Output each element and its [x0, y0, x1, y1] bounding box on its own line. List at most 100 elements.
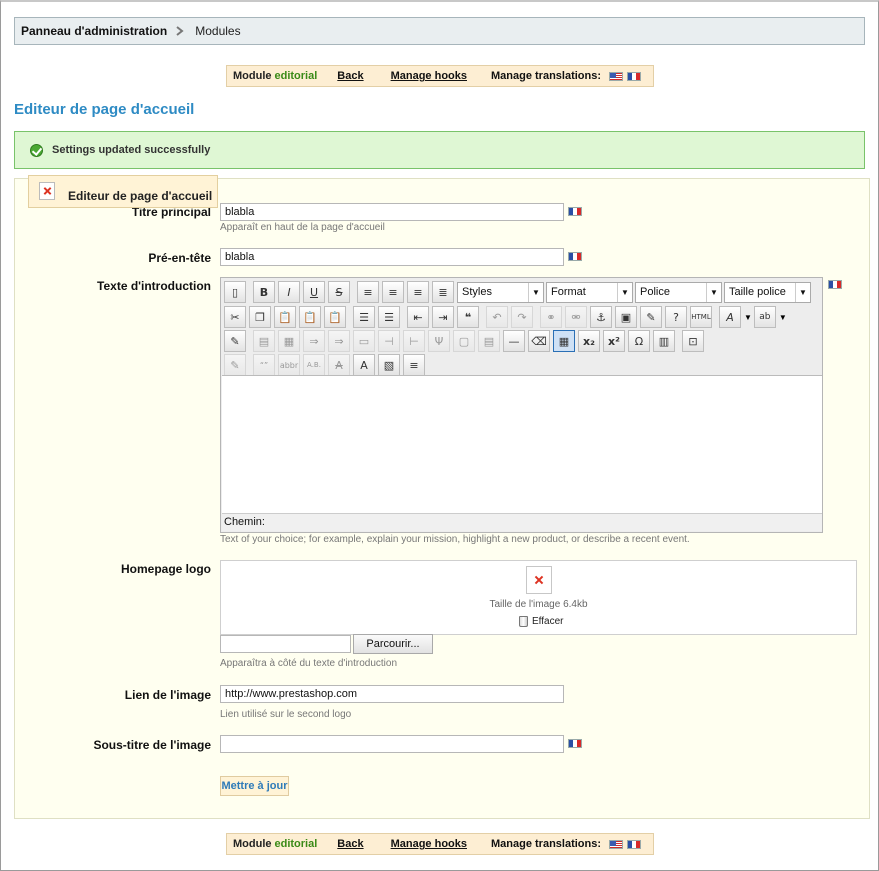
back-link[interactable]: Back — [337, 70, 363, 82]
insert-col-after-icon[interactable]: ⊢ — [403, 330, 425, 352]
visual-aid-icon[interactable]: ▦ — [553, 330, 575, 352]
bullet-list-icon[interactable]: ☰ — [353, 306, 375, 328]
update-button[interactable]: Mettre à jour — [220, 776, 289, 796]
styles-select[interactable]: Styles ▼ — [457, 281, 544, 303]
outdent-icon[interactable]: ⇤ — [407, 306, 429, 328]
fr-flag-icon[interactable] — [568, 207, 582, 216]
editor-path-bar: Chemin: — [222, 513, 822, 531]
indent-icon[interactable]: ⇥ — [432, 306, 454, 328]
image-icon[interactable]: ▣ — [615, 306, 637, 328]
copy-icon[interactable]: ❐ — [249, 306, 271, 328]
manage-hooks-link[interactable]: Manage hooks — [391, 70, 467, 82]
inserted-text-icon[interactable]: A — [353, 354, 375, 376]
acronym-icon[interactable]: A.B. — [303, 354, 325, 376]
highlight-color-icon[interactable]: ab — [753, 306, 776, 328]
media-icon[interactable]: ▥ — [653, 330, 675, 352]
delete-image-link[interactable]: Effacer — [519, 616, 564, 627]
remove-format-icon[interactable]: ⌫ — [528, 330, 550, 352]
horizontal-rule-icon[interactable]: — — [503, 330, 525, 352]
html-icon[interactable]: HTML — [690, 306, 712, 328]
back-link[interactable]: Back — [337, 838, 363, 850]
browse-button[interactable]: Parcourir... — [353, 634, 433, 654]
align-center-icon[interactable]: ≡ — [382, 281, 404, 303]
format-select[interactable]: Format ▼ — [546, 281, 633, 303]
abbr-icon[interactable]: abbr — [278, 354, 300, 376]
editor-content-area[interactable] — [222, 375, 822, 513]
legend-text: Editeur de page d'accueil — [68, 189, 213, 203]
delete-label: Effacer — [532, 616, 564, 627]
nonbreaking-icon[interactable]: ≡ — [403, 354, 425, 376]
image-size-text: Taille de l'image 6.4kb — [489, 599, 588, 610]
insert-row-before-icon[interactable]: ⇒ — [303, 330, 325, 352]
fr-flag-icon[interactable] — [627, 71, 642, 81]
split-cells-icon[interactable]: ▢ — [453, 330, 475, 352]
fr-flag-icon[interactable] — [568, 252, 582, 261]
font-value: Police — [640, 286, 670, 298]
help-icon[interactable]: ? — [665, 306, 687, 328]
file-path-input[interactable] — [220, 635, 351, 653]
align-right-icon[interactable]: ≡ — [407, 281, 429, 303]
attributes-icon[interactable]: ▧ — [378, 354, 400, 376]
header-input[interactable] — [220, 248, 564, 266]
superscript-icon[interactable]: x² — [603, 330, 625, 352]
broken-image-icon — [526, 566, 552, 594]
cleanup-icon[interactable]: ✎ — [640, 306, 662, 328]
title-input[interactable] — [220, 203, 564, 221]
chevron-down-icon: ▼ — [706, 282, 721, 302]
image-link-input[interactable] — [220, 685, 564, 703]
broken-image-icon — [39, 182, 55, 200]
fr-flag-icon[interactable] — [828, 280, 842, 289]
success-text: Settings updated successfully — [52, 144, 211, 156]
insert-row-after-icon[interactable]: ⇒ — [328, 330, 350, 352]
cut-icon[interactable]: ✂ — [224, 306, 246, 328]
subheading-input[interactable] — [220, 735, 564, 753]
table-row-props-icon[interactable]: ▤ — [253, 330, 275, 352]
align-justify-icon[interactable]: ≣ — [432, 281, 454, 303]
deleted-text-icon[interactable]: A — [328, 354, 350, 376]
strikethrough-icon[interactable]: S — [328, 281, 350, 303]
chevron-down-icon[interactable]: ▼ — [779, 313, 787, 322]
numbered-list-icon[interactable]: ☰ — [378, 306, 400, 328]
style-props-icon[interactable]: ✎ — [224, 354, 246, 376]
redo-icon[interactable]: ↷ — [511, 306, 533, 328]
new-document-icon[interactable]: ▯ — [224, 281, 246, 303]
module-name: editorial — [274, 70, 318, 82]
bold-icon[interactable]: B — [253, 281, 275, 303]
cite-icon[interactable]: “” — [253, 354, 275, 376]
breadcrumb-root[interactable]: Panneau d'administration — [21, 24, 167, 38]
fullscreen-icon[interactable]: ⊡ — [682, 330, 704, 352]
us-flag-icon[interactable] — [609, 839, 624, 849]
unlink-icon[interactable]: ⚮ — [565, 306, 587, 328]
fr-flag-icon[interactable] — [627, 839, 642, 849]
text-color-icon[interactable]: A — [719, 306, 741, 328]
link-icon[interactable]: ⚭ — [540, 306, 562, 328]
align-left-icon[interactable]: ≡ — [357, 281, 379, 303]
anchor-icon[interactable]: ⚓ — [590, 306, 612, 328]
undo-icon[interactable]: ↶ — [486, 306, 508, 328]
chevron-down-icon[interactable]: ▼ — [744, 313, 752, 322]
font-size-select[interactable]: Taille police ▼ — [724, 281, 811, 303]
delete-row-icon[interactable]: ▭ — [353, 330, 375, 352]
fr-flag-icon[interactable] — [568, 739, 582, 748]
font-select[interactable]: Police ▼ — [635, 281, 722, 303]
italic-icon[interactable]: I — [278, 281, 300, 303]
header-label: Pré-en-tête — [148, 251, 211, 265]
paste-word-icon[interactable]: 📋 — [324, 306, 346, 328]
delete-col-icon[interactable]: Ψ — [428, 330, 450, 352]
paste-text-icon[interactable]: 📋 — [299, 306, 321, 328]
link-hint: Lien utilisé sur le second logo — [220, 709, 352, 720]
insert-col-before-icon[interactable]: ⊣ — [378, 330, 400, 352]
special-char-icon[interactable]: Ω — [628, 330, 650, 352]
us-flag-icon[interactable] — [609, 71, 624, 81]
manage-hooks-link[interactable]: Manage hooks — [391, 838, 467, 850]
blockquote-icon[interactable]: ❝ — [457, 306, 479, 328]
subscript-icon[interactable]: x₂ — [578, 330, 600, 352]
edit-css-icon[interactable]: ✎ — [224, 330, 246, 352]
underline-icon[interactable]: U — [303, 281, 325, 303]
rich-text-editor[interactable]: ▯ B I U S ≡ ≡ ≡ ≣ Styles ▼ Format ▼ Police… — [220, 277, 823, 533]
table-cell-props-icon[interactable]: ▦ — [278, 330, 300, 352]
paste-icon[interactable]: 📋 — [274, 306, 296, 328]
module-label: Module — [233, 70, 272, 82]
merge-cells-icon[interactable]: ▤ — [478, 330, 500, 352]
trash-icon — [519, 616, 528, 627]
